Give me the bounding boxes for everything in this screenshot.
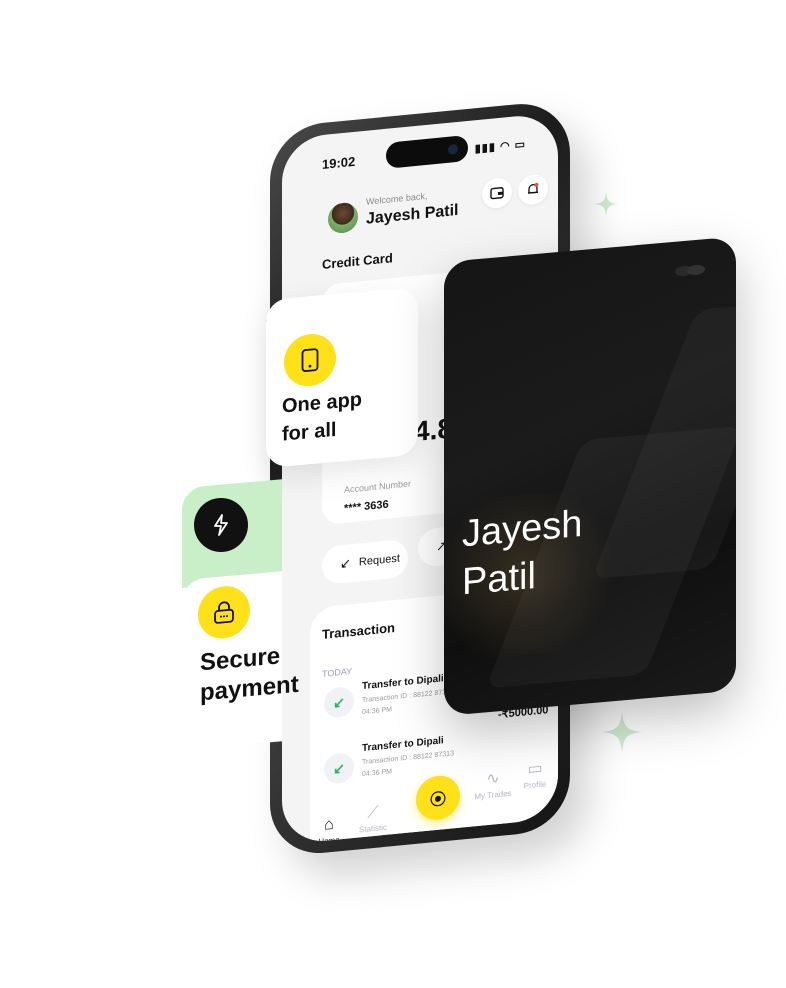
request-label: Request bbox=[358, 552, 400, 569]
scan-button[interactable]: ⦿ bbox=[416, 773, 460, 822]
lightning-icon bbox=[214, 514, 228, 536]
wallet-icon bbox=[490, 187, 504, 200]
transaction-title-item[interactable]: Transfer to Dipali bbox=[362, 735, 444, 754]
home-icon: ⌂ bbox=[324, 815, 334, 834]
lightning-badge bbox=[194, 498, 248, 552]
bell-icon bbox=[528, 182, 539, 194]
transaction-title-item[interactable]: Transfer to Dipali bbox=[362, 673, 444, 692]
secure-payment-card: Secure payment bbox=[182, 571, 299, 750]
request-button[interactable]: ↙ Request bbox=[322, 538, 408, 585]
nav-profile[interactable]: ▭ Profile bbox=[510, 756, 558, 792]
dark-credit-card: Jayesh Patil bbox=[444, 236, 736, 716]
status-time: 19:02 bbox=[322, 153, 356, 172]
status-icons: ▮▮▮ ◠ ▭ bbox=[474, 138, 526, 156]
user-name: Jayesh Patil bbox=[366, 201, 459, 228]
wallet-button[interactable] bbox=[482, 176, 512, 210]
scan-icon: ⦿ bbox=[429, 791, 446, 810]
card-icon: ▭ bbox=[527, 759, 543, 779]
transaction-time: 04:36 PM bbox=[362, 706, 392, 717]
one-app-card: One app for all bbox=[266, 286, 418, 468]
sparkle-icon bbox=[594, 192, 618, 216]
phone-icon-badge bbox=[284, 331, 336, 389]
camera-icon bbox=[448, 143, 458, 155]
transaction-icon: ↙ bbox=[324, 751, 354, 785]
lock-icon bbox=[214, 601, 234, 624]
cardholder-name: Jayesh Patil bbox=[462, 500, 582, 607]
chart-icon: ⟋ bbox=[367, 803, 379, 822]
notification-button[interactable] bbox=[518, 173, 548, 207]
today-label: TODAY bbox=[322, 666, 353, 679]
arrow-down-left-icon: ↙ bbox=[340, 555, 351, 572]
transaction-title: Transaction bbox=[322, 619, 395, 642]
avatar[interactable] bbox=[328, 201, 358, 235]
one-app-label: One app for all bbox=[282, 386, 362, 449]
welcome-text: Welcome back, bbox=[366, 190, 428, 207]
secure-payment-label: Secure payment bbox=[200, 640, 299, 709]
transaction-time: 04:36 PM bbox=[362, 768, 392, 779]
sparkle-icon bbox=[602, 712, 642, 752]
credit-card-title: Credit Card bbox=[322, 250, 393, 272]
phone-icon bbox=[301, 348, 319, 372]
one-app-line2: for all bbox=[282, 418, 337, 446]
lock-icon-badge bbox=[198, 584, 250, 641]
card-logo-icon bbox=[675, 264, 705, 277]
transaction-icon: ↙ bbox=[324, 685, 354, 719]
dynamic-island bbox=[386, 134, 468, 169]
nav-statistic[interactable]: ⟋ Statistic bbox=[348, 802, 398, 836]
